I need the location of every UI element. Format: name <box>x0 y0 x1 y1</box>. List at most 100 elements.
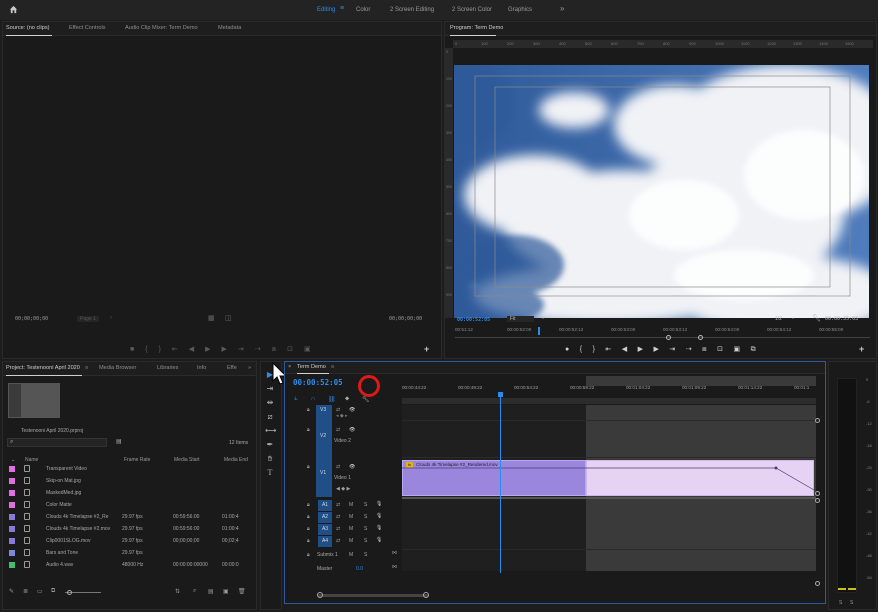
program-playhead[interactable] <box>538 327 540 335</box>
source-transport-controls[interactable]: ■{}⇤◀▶▶⇥⇢⧈⊡▣ <box>130 345 330 353</box>
fit-chevron-icon[interactable]: ⌄ <box>541 315 545 321</box>
source-timecode-right[interactable]: 00;00;00;00 <box>389 316 422 322</box>
linked-selection-icon[interactable]: ⛓︎ <box>328 396 336 403</box>
scroll-handle-right[interactable] <box>423 592 429 598</box>
project-item-row[interactable]: Clip0001SLOG.mov 29.97 fps 00;00;00;00 00;0… <box>4 535 244 547</box>
project-item-name[interactable]: Skip-on Mat.jpg <box>46 478 81 484</box>
program-timecode-ruler[interactable]: 00:51:12 00:00:52:00 00:00:52:12 00:00:53:0… <box>455 327 870 335</box>
label-color-chip[interactable] <box>9 562 15 568</box>
sync-lock-icon[interactable]: ⇄ <box>336 526 340 532</box>
mute-button[interactable]: M <box>349 538 353 544</box>
new-bin-bottom-icon[interactable]: ▤ <box>208 588 214 595</box>
track-target-a4[interactable]: A4 <box>318 536 332 547</box>
solo-button[interactable]: S <box>364 514 367 520</box>
solo-button[interactable]: S <box>364 526 367 532</box>
sequence-menu-icon[interactable]: ≡ <box>331 364 334 370</box>
voiceover-record-icon[interactable]: 🎙︎ <box>376 501 382 507</box>
program-zoom-bar[interactable] <box>455 337 870 338</box>
project-item-row[interactable]: MaskedMed.jpg <box>4 487 244 499</box>
sync-lock-icon[interactable]: ⇄ <box>336 514 340 520</box>
project-item-name[interactable]: Clouds 4k Timelapse #2_Re <box>46 514 109 520</box>
program-current-timecode[interactable]: 00:00:52:05 <box>457 317 490 323</box>
track-lock-icon[interactable]: 🔒︎ <box>307 526 310 532</box>
tab-media-browser[interactable]: Media Browser <box>99 365 136 371</box>
label-color-chip[interactable] <box>9 514 15 520</box>
program-fit-select[interactable]: Fit <box>507 316 534 322</box>
tabs-overflow-icon[interactable]: » <box>248 365 251 371</box>
mute-button[interactable]: M <box>349 514 353 520</box>
home-icon[interactable] <box>9 5 18 14</box>
project-item-row[interactable]: Clouds 4k Timelapse #2_Re 29.97 fps 00:59:… <box>4 511 244 523</box>
mute-button[interactable]: M <box>349 502 353 508</box>
workspace-tab-2screen-editing[interactable]: 2 Screen Editing <box>390 7 434 13</box>
project-item-row[interactable]: Audio 4.wav 48000 Hz 00:00:00:00000 00:00:0 <box>4 559 244 571</box>
razor-tool-icon[interactable]: ⧄ <box>265 412 275 422</box>
project-item-name[interactable]: Audio 4.wav <box>46 562 73 568</box>
timeline-current-timecode[interactable]: 00:00:52:05 <box>293 378 343 387</box>
track-lock-icon[interactable]: 🔒︎ <box>307 464 310 470</box>
track-target-a1[interactable]: A1 <box>318 500 332 511</box>
timeline-settings-icon[interactable]: 🔧︎ <box>362 396 370 403</box>
sync-lock-icon[interactable]: ⇄ <box>336 538 340 544</box>
icon-view-icon[interactable]: ▭ <box>37 588 43 595</box>
project-item-row[interactable]: Skip-on Mat.jpg <box>4 475 244 487</box>
freeform-view-icon[interactable]: ⧉ <box>51 588 55 595</box>
project-item-name[interactable]: Clouds 4k Timelapse #2.mov <box>46 526 110 532</box>
track-lock-icon[interactable]: 🔒︎ <box>307 514 310 520</box>
voiceover-record-icon[interactable]: 🎙︎ <box>376 525 382 531</box>
tab-source[interactable]: Source: (no clips) <box>6 25 50 31</box>
tab-project[interactable]: Project: Testenooni April 2020 <box>6 365 80 371</box>
program-add-button-icon[interactable]: + <box>859 344 864 354</box>
workspace-tab-2screen-color[interactable]: 2 Screen Color <box>452 7 492 13</box>
workspace-overflow-icon[interactable]: » <box>560 4 564 13</box>
solo-button[interactable]: S <box>364 552 367 558</box>
ripple-edit-tool-icon[interactable]: ⇹ <box>265 398 275 408</box>
program-wrench-icon[interactable]: 🔧︎ <box>812 314 821 322</box>
voiceover-record-icon[interactable]: 🎙︎ <box>376 537 382 543</box>
sync-lock-icon[interactable]: ⇄ <box>336 464 340 470</box>
timeline-playhead-line[interactable] <box>500 397 501 573</box>
nest-toggle-icon[interactable]: ⫝ <box>294 396 298 403</box>
list-view-icon[interactable]: ≣ <box>23 588 28 595</box>
track-target-a3[interactable]: A3 <box>318 524 332 535</box>
tab-sequence[interactable]: Term Demo <box>297 364 326 370</box>
trash-icon[interactable]: 🗑︎ <box>238 588 246 595</box>
opacity-keyframe-line[interactable] <box>402 460 816 496</box>
track-lock-icon[interactable]: 🔒︎ <box>307 427 310 433</box>
zoom-handle-left[interactable] <box>666 335 671 340</box>
new-bin-icon[interactable]: ▤ <box>116 438 122 445</box>
mute-button[interactable]: M <box>349 526 353 532</box>
tab-project-menu-icon[interactable]: ≡ <box>85 365 88 371</box>
submix-mixer-icon[interactable]: ⋈ <box>392 550 397 556</box>
solo-button[interactable]: S <box>364 538 367 544</box>
slip-tool-icon[interactable]: ⟷ <box>265 426 276 436</box>
label-color-chip[interactable] <box>9 478 15 484</box>
track-target-v1[interactable]: V1 <box>320 470 326 476</box>
source-settings-icon[interactable]: ◫ <box>225 314 232 322</box>
project-thumbnail[interactable] <box>8 383 60 418</box>
workspace-tab-editing[interactable]: Editing <box>317 7 335 13</box>
project-item-name[interactable]: Bars and Tone <box>46 550 78 556</box>
project-item-name[interactable]: Clip0001SLOG.mov <box>46 538 90 544</box>
add-marker-icon[interactable]: ⬥ <box>345 396 349 403</box>
source-page-select[interactable]: Page 1 <box>77 316 99 322</box>
label-color-chip[interactable] <box>9 466 15 472</box>
toggle-output-eye-icon[interactable]: 👁︎ <box>349 407 355 413</box>
tab-metadata[interactable]: Metadata <box>218 25 241 31</box>
resolution-chevron-icon[interactable]: ⌄ <box>791 315 795 321</box>
master-mixer-icon[interactable]: ⋈ <box>392 564 397 570</box>
timeline-zoom-strip[interactable] <box>402 398 816 404</box>
vertical-scroll-handle-bottom[interactable] <box>815 581 820 586</box>
new-item-icon[interactable]: ▣ <box>223 588 229 595</box>
track-target-a2[interactable]: A2 <box>318 512 332 523</box>
scroll-handle-left[interactable] <box>317 592 323 598</box>
track-lock-icon[interactable]: 🔒︎ <box>307 552 310 558</box>
track-target-v3[interactable]: V3 <box>320 407 326 413</box>
hand-tool-icon[interactable]: ✋︎ <box>265 454 275 464</box>
track-lock-icon[interactable]: 🔒︎ <box>307 538 310 544</box>
program-video-frame[interactable] <box>454 65 869 318</box>
project-item-row[interactable]: Transparent Video <box>4 463 244 475</box>
source-timecode-left[interactable]: 00;00;00;00 <box>15 316 48 322</box>
program-transport-controls[interactable]: ●{}⇤◀▶▶⇥⇢⧈⊡▣⧉ <box>565 345 825 353</box>
vertical-scroll-handle-top[interactable] <box>815 418 820 423</box>
